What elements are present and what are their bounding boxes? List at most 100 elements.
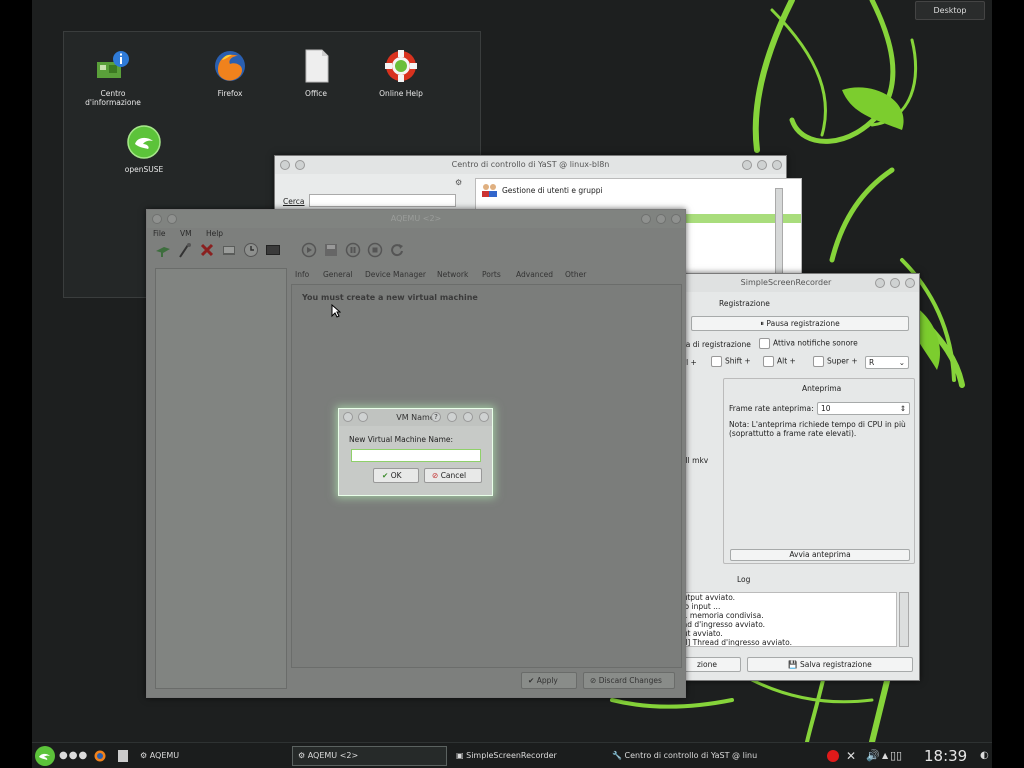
stop-icon[interactable] — [367, 242, 383, 258]
pause-vm-icon[interactable] — [345, 242, 361, 258]
desktop-button[interactable]: Desktop — [915, 1, 985, 20]
yast-minimize-icon[interactable] — [742, 160, 752, 170]
dialog-maximize-icon[interactable] — [463, 412, 473, 422]
task-aqemu[interactable]: ⚙ AQEMU — [140, 743, 179, 768]
desktop-icon-firefox[interactable]: Firefox — [195, 48, 265, 98]
yast-pin-icon[interactable] — [295, 160, 305, 170]
discard-changes-button[interactable]: ⊘ Discard Changes — [583, 672, 675, 689]
add-vm-icon[interactable] — [155, 242, 171, 258]
office-document-icon — [305, 49, 329, 83]
dialog-minimize-icon[interactable] — [447, 412, 457, 422]
menu-vm[interactable]: VM — [180, 229, 192, 238]
volume-icon[interactable]: 🔊 — [866, 743, 880, 768]
yast-scrollbar[interactable] — [775, 188, 783, 278]
aqemu-close-icon[interactable] — [671, 214, 681, 224]
dialog-close-icon[interactable] — [479, 412, 489, 422]
task-label: SimpleScreenRecorder — [466, 751, 557, 760]
cancel-icon: ⊘ — [432, 471, 439, 480]
ssr-key-select[interactable]: R ⌄ — [865, 356, 909, 369]
tab-advanced[interactable]: Advanced — [516, 270, 553, 279]
ssr-notify-checkbox[interactable]: Attiva notifiche sonore — [759, 338, 858, 349]
desktop-icon-label: Firefox — [217, 89, 243, 98]
vm-name-input[interactable] — [351, 449, 481, 462]
ssr-pause-button[interactable]: ⏸ Pausa registrazione — [691, 316, 909, 331]
desktop-icon-online-help[interactable]: Online Help — [366, 48, 436, 98]
aqemu-pin-icon[interactable] — [167, 214, 177, 224]
aqemu-minimize-icon[interactable] — [641, 214, 651, 224]
task-label: Centro di controllo di YaST @ linu — [624, 751, 758, 760]
yast-gear-icon[interactable]: ⚙ — [455, 178, 462, 187]
apply-button[interactable]: ✔ Apply — [521, 672, 577, 689]
task-ssr[interactable]: ▣ SimpleScreenRecorder — [456, 743, 557, 768]
ssr-minimize-icon[interactable] — [875, 278, 885, 288]
clock-icon[interactable] — [243, 242, 259, 258]
dialog-menu-icon[interactable] — [343, 412, 353, 422]
dialog-ok-button[interactable]: ✔ OK — [373, 468, 419, 483]
menu-file[interactable]: File — [153, 229, 166, 238]
tab-device-manager[interactable]: Device Manager — [365, 270, 426, 279]
desktop-icon-opensuse[interactable]: openSUSE — [109, 124, 179, 174]
ssr-frame-rate-input[interactable]: 10 ⇕ — [817, 402, 910, 415]
ssr-super-checkbox[interactable]: Super + — [813, 356, 858, 367]
ssr-titlebar[interactable]: SimpleScreenRecorder — [653, 274, 919, 292]
ssr-hotkey-label: da di registrazione — [681, 340, 751, 349]
tray-expand-icon[interactable]: ▲ — [882, 743, 888, 768]
opensuse-launcher-icon[interactable] — [34, 745, 56, 767]
ssr-shift-checkbox[interactable]: Shift + — [711, 356, 751, 367]
network-icon[interactable]: ✕ — [846, 743, 856, 768]
check-icon: ✔ — [528, 676, 535, 685]
save-state-icon[interactable] — [323, 242, 339, 258]
record-indicator-icon[interactable] — [826, 749, 840, 763]
ssr-maximize-icon[interactable] — [890, 278, 900, 288]
dialog-ok-label: OK — [390, 471, 402, 480]
dots-icon[interactable]: ●●● — [59, 743, 88, 768]
dialog-cancel-button[interactable]: ⊘ Cancel — [424, 468, 482, 483]
menu-help[interactable]: Help — [206, 229, 223, 238]
ssr-start-preview-button[interactable]: Avvia anteprima — [730, 549, 910, 561]
tab-other[interactable]: Other — [565, 270, 586, 279]
aqemu-titlebar[interactable]: AQEMU <2> — [147, 210, 685, 228]
logout-icon[interactable]: ◐ — [980, 743, 989, 768]
desktop-icon-office[interactable]: Office — [281, 48, 351, 98]
task-aqemu-2[interactable]: ⚙ AQEMU <2> — [298, 743, 358, 768]
yast-search-input[interactable] — [309, 194, 456, 207]
tab-general[interactable]: General — [323, 270, 353, 279]
ssr-log-scrollbar[interactable] — [899, 592, 909, 647]
taskbar: ●●● ⚙ AQEMU ⚙ AQEMU <2> ▣ SimpleScreenRe… — [32, 742, 992, 768]
delete-icon[interactable] — [199, 242, 215, 258]
dialog-pin-icon[interactable] — [358, 412, 368, 422]
tab-ports[interactable]: Ports — [482, 270, 501, 279]
reset-icon[interactable] — [389, 242, 405, 258]
ssr-log-view[interactable]: output avviato. vio input ... 11 memoria… — [675, 592, 897, 647]
yast-close-icon[interactable] — [772, 160, 782, 170]
ssr-notify-label: Attiva notifiche sonore — [773, 338, 858, 348]
yast-item-users[interactable]: Gestione di utenti e gruppi — [502, 186, 603, 195]
tab-info[interactable]: Info — [295, 270, 309, 279]
task-yast[interactable]: 🔧 Centro di controllo di YaST @ linu — [612, 743, 757, 768]
aqemu-menubar: File VM Help — [153, 229, 235, 238]
yast-menu-icon[interactable] — [280, 160, 290, 170]
ssr-save-label: Salva registrazione — [799, 660, 872, 669]
ssr-alt-checkbox[interactable]: Alt + — [763, 356, 796, 367]
aqemu-maximize-icon[interactable] — [656, 214, 666, 224]
battery-icon[interactable]: ▯▯ — [890, 743, 902, 768]
clock: 18:39 — [924, 747, 968, 765]
yast-titlebar[interactable]: Centro di controllo di YaST @ linux-bl8n — [275, 156, 786, 174]
dialog-titlebar[interactable]: VM Name ? — [339, 409, 492, 426]
tab-network[interactable]: Network — [437, 270, 468, 279]
chevron-down-icon: ⌄ — [898, 358, 905, 367]
ssr-close-icon[interactable] — [905, 278, 915, 288]
ssr-save-button[interactable]: 💾 Salva registrazione — [747, 657, 913, 672]
play-icon[interactable] — [301, 242, 317, 258]
recorder-icon: ▣ — [456, 751, 464, 760]
file-manager-icon[interactable] — [118, 750, 128, 762]
yast-maximize-icon[interactable] — [757, 160, 767, 170]
wand-icon[interactable] — [177, 242, 193, 258]
dialog-help-icon[interactable]: ? — [431, 412, 441, 422]
aqemu-menu-icon[interactable] — [152, 214, 162, 224]
vm-list[interactable] — [155, 268, 287, 689]
vm-settings-icon[interactable] — [221, 242, 237, 258]
desktop-icon-info-center[interactable]: Centro d'informazione — [78, 48, 148, 107]
terminal-icon[interactable] — [265, 242, 281, 258]
firefox-icon[interactable] — [94, 750, 106, 762]
